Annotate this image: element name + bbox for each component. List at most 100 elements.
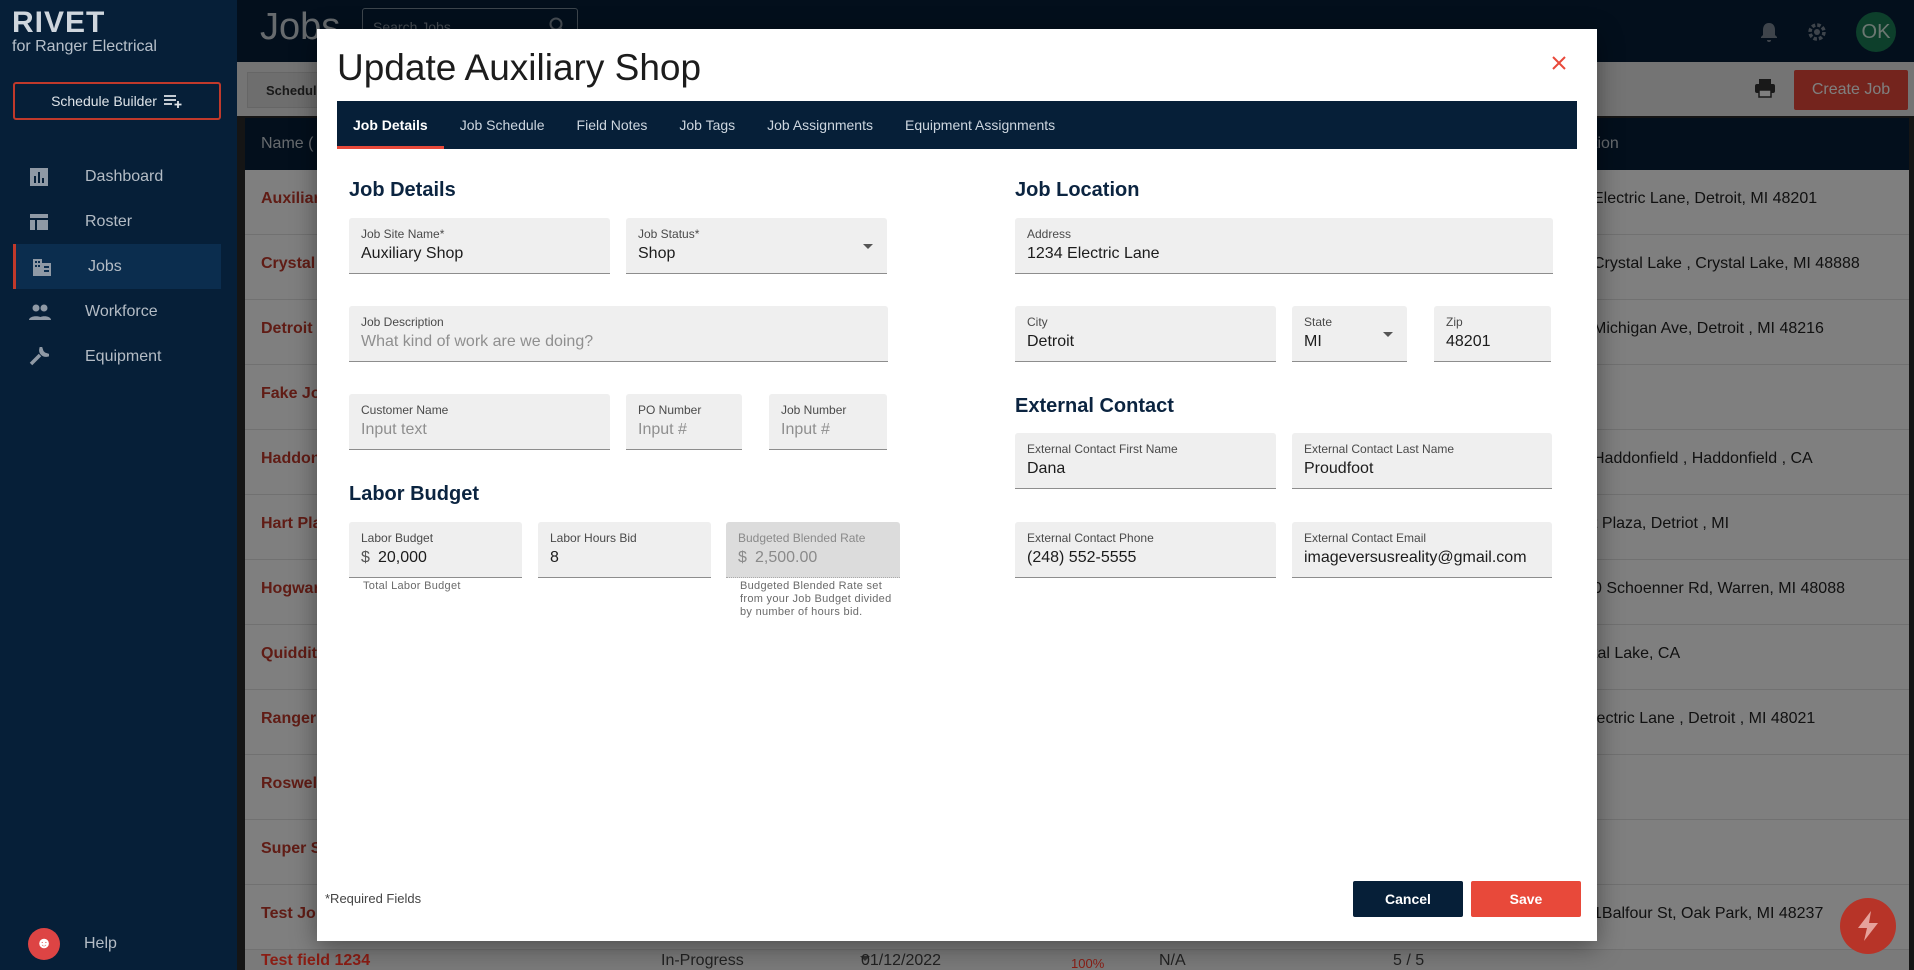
field-label: Labor Hours Bid xyxy=(550,531,637,545)
sidebar-item-label: Jobs xyxy=(88,257,122,275)
field-value: imageversusreality@gmail.com xyxy=(1304,549,1527,566)
field-placeholder: What kind of work are we doing? xyxy=(361,333,594,350)
field-label: Job Status* xyxy=(638,227,700,241)
job-na: N/A xyxy=(1159,952,1186,969)
field-label: Customer Name xyxy=(361,403,449,417)
brand-subtitle: for Ranger Electrical xyxy=(12,38,157,55)
lightning-icon xyxy=(1858,911,1878,941)
quick-action-button[interactable] xyxy=(1840,898,1896,954)
job-name-link[interactable]: Test field 1234 xyxy=(261,952,370,970)
sidebar: RIVET for Ranger Electrical Schedule Bui… xyxy=(0,0,237,970)
tab-job-details[interactable]: Job Details xyxy=(337,101,444,149)
field-value: Dana xyxy=(1027,460,1066,477)
field-value: Proudfoot xyxy=(1304,460,1374,477)
job-description-field[interactable]: Job Description What kind of work are we… xyxy=(349,306,888,362)
job-site-name-field[interactable]: Job Site Name* Auxiliary Shop xyxy=(349,218,610,274)
field-placeholder: Input # xyxy=(638,421,687,438)
dashboard-icon xyxy=(30,167,48,186)
schedule-builder-button[interactable]: Schedule Builder xyxy=(13,82,221,120)
jobs-icon xyxy=(33,258,51,276)
tab-equipment-assignments[interactable]: Equipment Assignments xyxy=(889,101,1071,149)
job-status[interactable]: In-Progress xyxy=(661,952,744,970)
equipment-icon xyxy=(29,346,49,365)
field-value: Detroit xyxy=(1027,333,1075,350)
field-label: State xyxy=(1304,315,1333,329)
labor-hours-bid-field[interactable]: Labor Hours Bid 8 xyxy=(538,522,711,578)
field-label: Job Site Name* xyxy=(361,227,445,241)
help-link[interactable]: ☻ Help xyxy=(28,928,117,960)
job-status-select[interactable]: Job Status* Shop xyxy=(626,218,887,274)
external-contact-first-name-field[interactable]: External Contact First Name Dana xyxy=(1015,433,1276,489)
city-field[interactable]: City Detroit xyxy=(1015,306,1276,362)
sidebar-item-jobs[interactable]: Jobs xyxy=(13,244,221,289)
field-label: Address xyxy=(1027,227,1072,241)
field-label: Zip xyxy=(1446,315,1463,329)
external-contact-email-field[interactable]: External Contact Email imageversusrealit… xyxy=(1292,522,1552,578)
sidebar-item-label: Roster xyxy=(85,212,133,230)
table-row[interactable]: Test field 1234 In-Progress 01/12/2022 1… xyxy=(245,950,1909,970)
sidebar-item-label: Dashboard xyxy=(85,167,164,185)
section-title-labor-budget: Labor Budget xyxy=(349,483,479,505)
field-value: Shop xyxy=(638,245,676,262)
sidebar-item-equipment[interactable]: Equipment xyxy=(13,334,221,379)
job-progress: 100% xyxy=(1071,956,1105,970)
currency-prefix: $ xyxy=(361,549,370,566)
section-title-job-details: Job Details xyxy=(349,179,456,201)
help-label: Help xyxy=(84,935,117,952)
job-ratio: 5 / 5 xyxy=(1393,952,1425,969)
po-number-field[interactable]: PO Number Input # xyxy=(626,394,742,450)
labor-budget-field[interactable]: Labor Budget $ 20,000 xyxy=(349,522,522,578)
currency-prefix: $ xyxy=(738,549,747,566)
modal-title: Update Auxiliary Shop xyxy=(337,47,702,88)
address-field[interactable]: Address 1234 Electric Lane xyxy=(1015,218,1553,274)
close-icon xyxy=(1552,56,1566,70)
budgeted-blended-rate-field: Budgeted Blended Rate $ 2,500.00 xyxy=(726,522,900,578)
close-button[interactable] xyxy=(1545,49,1573,77)
job-date: 01/12/2022 xyxy=(861,952,942,969)
field-placeholder: Input text xyxy=(361,421,427,438)
save-button[interactable]: Save xyxy=(1471,881,1581,917)
field-label: Job Description xyxy=(361,315,444,329)
sidebar-item-dashboard[interactable]: Dashboard xyxy=(13,154,221,199)
dropdown-caret-icon xyxy=(863,244,873,249)
field-label: External Contact Phone xyxy=(1027,531,1154,545)
zip-field[interactable]: Zip 48201 xyxy=(1434,306,1551,362)
section-title-external-contact: External Contact xyxy=(1015,395,1174,417)
field-value: 8 xyxy=(550,549,559,566)
field-label: External Contact Last Name xyxy=(1304,442,1455,456)
brand-name: RIVET xyxy=(12,6,106,39)
labor-budget-helper: Total Labor Budget xyxy=(363,580,461,592)
tab-job-assignments[interactable]: Job Assignments xyxy=(751,101,889,149)
modal-tabs: Job Details Job Schedule Field Notes Job… xyxy=(337,101,1577,149)
field-label: Budgeted Blended Rate xyxy=(738,531,866,545)
external-contact-last-name-field[interactable]: External Contact Last Name Proudfoot xyxy=(1292,433,1552,489)
field-label: PO Number xyxy=(638,403,702,417)
tab-field-notes[interactable]: Field Notes xyxy=(561,101,664,149)
field-value: 2,500.00 xyxy=(755,549,818,566)
sidebar-item-label: Equipment xyxy=(85,347,162,365)
field-label: External Contact First Name xyxy=(1027,442,1178,456)
sidebar-item-label: Workforce xyxy=(85,302,158,320)
tab-job-tags[interactable]: Job Tags xyxy=(663,101,751,149)
sidebar-item-roster[interactable]: Roster xyxy=(13,199,221,244)
external-contact-phone-field[interactable]: External Contact Phone (248) 552-5555 xyxy=(1015,522,1276,578)
workforce-icon xyxy=(29,304,51,320)
required-fields-note: *Required Fields xyxy=(325,891,422,906)
update-job-modal: Update Auxiliary Shop Job Details Job Sc… xyxy=(317,29,1597,941)
job-number-field[interactable]: Job Number Input # xyxy=(769,394,887,450)
field-label: City xyxy=(1027,315,1048,329)
section-title-job-location: Job Location xyxy=(1015,179,1140,201)
field-placeholder: Input # xyxy=(781,421,830,438)
sidebar-nav: Dashboard Roster Jobs Workforce Equipmen… xyxy=(13,154,221,379)
dropdown-caret-icon xyxy=(1383,332,1393,337)
state-select[interactable]: State MI xyxy=(1292,306,1407,362)
sidebar-item-workforce[interactable]: Workforce xyxy=(13,289,221,334)
customer-name-field[interactable]: Customer Name Input text xyxy=(349,394,610,450)
field-value: 1234 Electric Lane xyxy=(1027,245,1160,262)
cancel-button[interactable]: Cancel xyxy=(1353,881,1463,917)
field-value: Auxiliary Shop xyxy=(361,245,464,262)
tab-job-schedule[interactable]: Job Schedule xyxy=(444,101,561,149)
field-value: (248) 552-5555 xyxy=(1027,549,1137,566)
field-value: 48201 xyxy=(1446,333,1491,350)
field-label: Job Number xyxy=(781,403,847,417)
